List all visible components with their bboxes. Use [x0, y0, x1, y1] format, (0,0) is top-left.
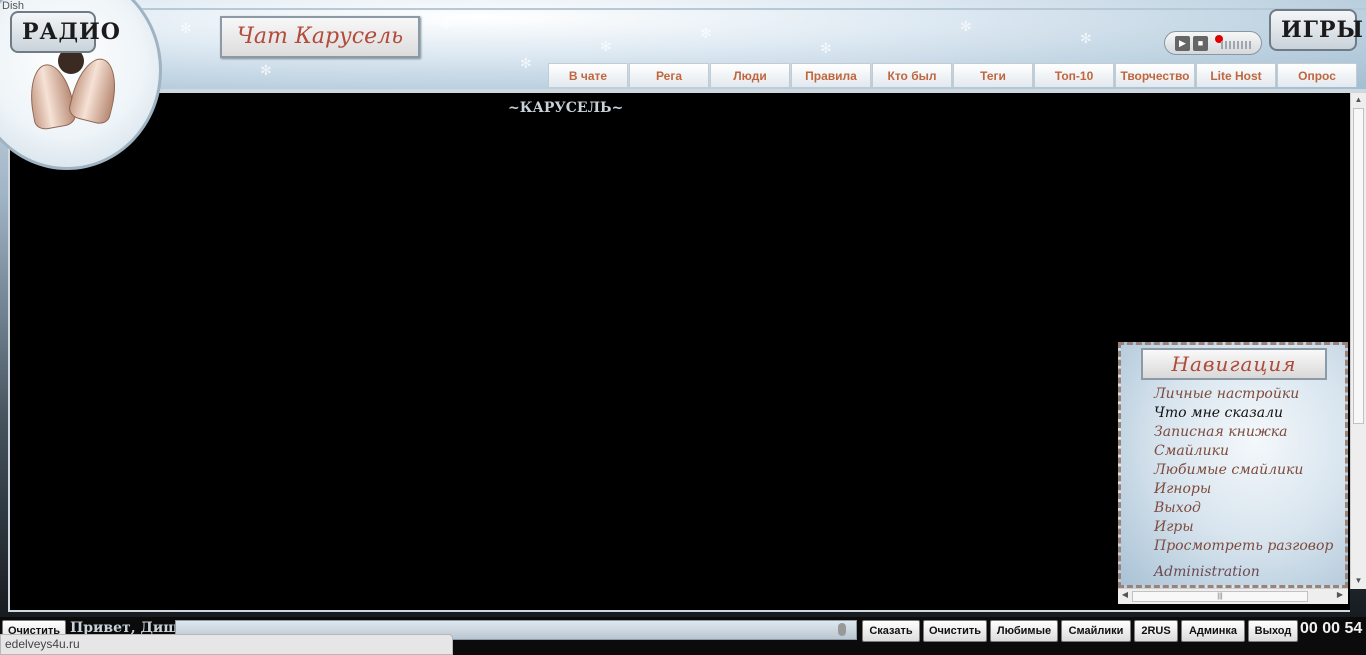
navigation-panel: Навигация Личные настройки Что мне сказа… [1118, 342, 1348, 588]
tab-rules[interactable]: Правила [791, 63, 871, 87]
microphone-icon[interactable] [838, 623, 846, 636]
chat-page: Dish ✻✻ ✻✻ ✻✻ ✻✻ ✻✻ Чат Карусель ▶ ■ ИГР… [0, 0, 1366, 655]
session-timer: 00 00 54 [1300, 620, 1363, 637]
navigation-hscrollbar[interactable]: ◀ ||| ▶ [1118, 588, 1348, 604]
tab-registration[interactable]: Рега [629, 63, 709, 87]
header: ✻✻ ✻✻ ✻✻ ✻✻ ✻✻ Чат Карусель ▶ ■ ИГРЫ В ч… [0, 0, 1366, 93]
scroll-down-icon[interactable]: ▼ [1351, 574, 1366, 588]
navigation-heading: Навигация [1141, 348, 1327, 380]
nav-notebook[interactable]: Записная книжка [1154, 423, 1333, 442]
stop-icon[interactable]: ■ [1193, 36, 1208, 51]
nav-favorite-smileys[interactable]: Любимые смайлики [1154, 461, 1333, 480]
tab-people[interactable]: Люди [710, 63, 790, 87]
scroll-left-icon[interactable]: ◀ [1119, 590, 1131, 603]
chat-title-plate[interactable]: Чат Карусель [220, 16, 420, 58]
radio-player: ▶ ■ [1164, 31, 1262, 55]
nav-view-conversation[interactable]: Просмотреть разговор [1154, 537, 1333, 556]
translit-button[interactable]: 2RUS [1134, 620, 1178, 642]
clear-button[interactable]: Очистить [923, 620, 987, 642]
nav-personal-settings[interactable]: Личные настройки [1154, 385, 1333, 404]
tab-tags[interactable]: Теги [953, 63, 1033, 87]
say-button[interactable]: Сказать [862, 620, 920, 642]
hscrollbar-thumb[interactable]: ||| [1132, 591, 1308, 602]
navigation-list: Личные настройки Что мне сказали Записна… [1154, 385, 1333, 582]
nav-ignores[interactable]: Игноры [1154, 480, 1333, 499]
play-icon[interactable]: ▶ [1175, 36, 1190, 51]
nav-smileys[interactable]: Смайлики [1154, 442, 1333, 461]
tab-top-10[interactable]: Топ-10 [1034, 63, 1114, 87]
nav-what-told-me[interactable]: Что мне сказали [1154, 404, 1333, 423]
nav-games[interactable]: Игры [1154, 518, 1333, 537]
admin-button[interactable]: Админка [1181, 620, 1245, 642]
tab-poll[interactable]: Опрос [1277, 63, 1357, 87]
nav-administration[interactable]: Administration [1154, 563, 1333, 582]
scroll-up-icon[interactable]: ▲ [1351, 93, 1366, 107]
favorites-button[interactable]: Любимые [990, 620, 1058, 642]
radio-button[interactable]: РАДИО [10, 11, 120, 53]
tab-who-was[interactable]: Кто был [872, 63, 952, 87]
nav-exit[interactable]: Выход [1154, 499, 1333, 518]
top-nav: В чате Рега Люди Правила Кто был Теги То… [548, 63, 1358, 87]
smileys-button[interactable]: Смайлики [1061, 620, 1131, 642]
tab-creativity[interactable]: Творчество [1115, 63, 1195, 87]
room-title: ~КАРУСЕЛЬ~ [508, 100, 624, 116]
scrollbar-thumb[interactable] [1353, 108, 1364, 424]
games-button[interactable]: ИГРЫ [1269, 9, 1363, 51]
chat-scrollbar[interactable]: ▲ ▼ [1350, 93, 1366, 589]
browser-statusbar: edelveys4u.ru [0, 634, 453, 655]
exit-button[interactable]: Выход [1248, 620, 1298, 642]
tab-in-chat[interactable]: В чате [548, 63, 628, 87]
tab-lite-host[interactable]: Lite Host [1196, 63, 1276, 87]
header-rule [130, 8, 1366, 10]
volume-slider[interactable] [1221, 41, 1253, 49]
scroll-right-icon[interactable]: ▶ [1334, 590, 1346, 603]
window-title: Dish [2, 0, 25, 12]
